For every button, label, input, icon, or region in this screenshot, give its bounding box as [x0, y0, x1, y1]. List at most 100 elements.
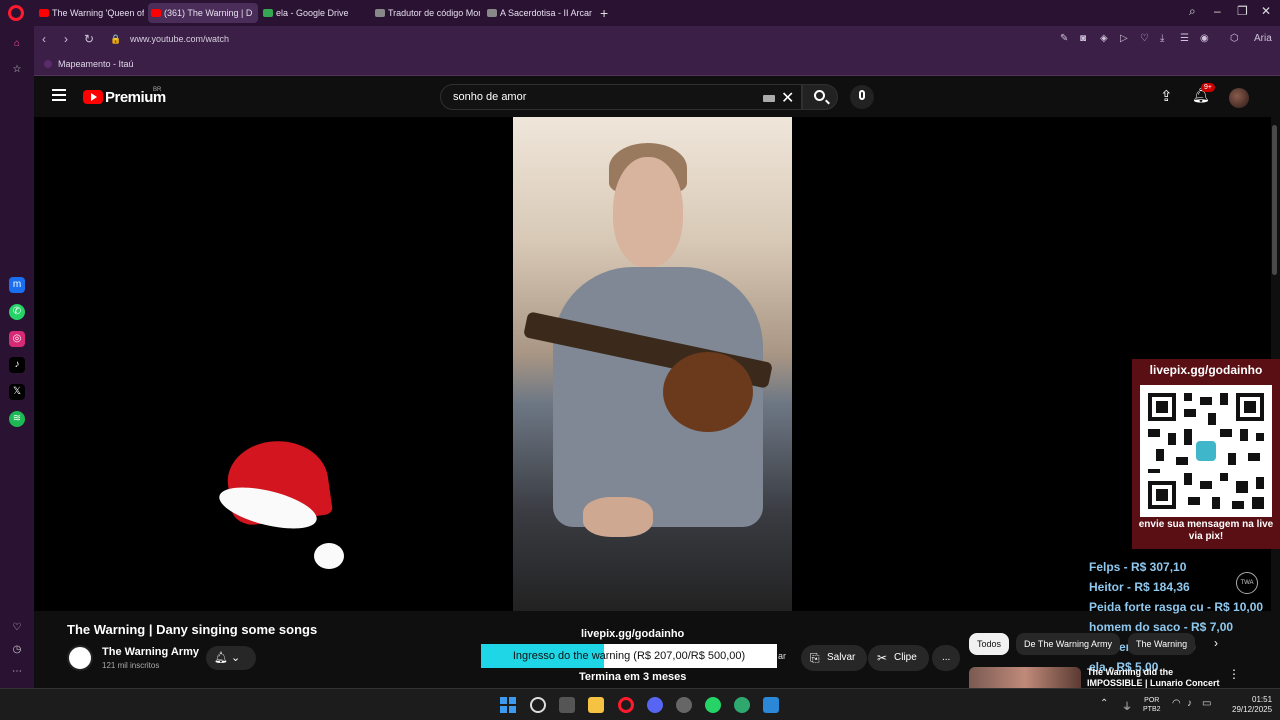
tab-3[interactable]: ela - Google Drive [260, 3, 368, 23]
new-tab-icon[interactable]: + [600, 6, 608, 20]
youtube-logo-icon[interactable] [83, 90, 103, 104]
language-indicator[interactable]: POR PTB2 [1143, 696, 1161, 714]
opera-logo-icon[interactable] [8, 5, 24, 21]
whatsapp-icon[interactable]: ✆ [9, 304, 25, 320]
channel-name[interactable]: The Warning Army [102, 646, 199, 658]
search-input[interactable]: sonho de amor [453, 91, 753, 103]
shield-icon[interactable]: ◈ [1100, 33, 1108, 44]
chip-all[interactable]: Todos [969, 633, 1010, 655]
restore-icon[interactable]: ❐ [1237, 4, 1248, 18]
play-icon[interactable]: ▷ [1120, 33, 1128, 44]
chip-from-channel[interactable]: De The Warning Army [1016, 633, 1121, 655]
address-bar: ‹ › ↻ 🔒 www.youtube.com/watch ✎ ◙ ◈ ▷ ♡ … [34, 26, 1280, 54]
volume-icon[interactable]: ♪ [1187, 698, 1192, 709]
forward-icon[interactable]: › [64, 32, 68, 46]
page-scrollbar[interactable] [1272, 125, 1277, 275]
hamburger-menu-icon[interactable] [52, 89, 66, 101]
history-icon[interactable]: ◷ [9, 642, 25, 658]
reload-icon[interactable]: ↻ [84, 32, 94, 46]
share-button-label-fragment[interactable]: ar [778, 651, 786, 661]
x-icon[interactable]: 𝕏 [9, 384, 25, 400]
opera-sidebar: ⌂ ☆ m ✆ ◎ ♪ 𝕏 ≋ ♡ ◷ ⋯ [0, 26, 34, 688]
lock-icon: 🔒 [110, 34, 122, 44]
menu-icon[interactable]: ☰ [1180, 33, 1189, 44]
close-icon[interactable]: ✕ [1261, 4, 1271, 18]
lang-line2: PTB2 [1143, 706, 1161, 713]
voice-search-button[interactable] [850, 85, 874, 109]
wifi-icon[interactable]: ◠ [1172, 698, 1181, 709]
save-button[interactable]: ⎘ Salvar [801, 645, 868, 671]
more-icon[interactable]: ⋯ [9, 664, 25, 680]
clip-button[interactable]: ✂ Clipe [868, 645, 929, 671]
microphone-icon [859, 90, 865, 100]
opera-taskbar-icon[interactable] [618, 697, 634, 713]
tab-1[interactable]: The Warning 'Queen of th [36, 3, 144, 23]
tab-4[interactable]: Tradutor de código Morse [372, 3, 480, 23]
minimize-icon[interactable]: – [1214, 4, 1221, 18]
battery-icon[interactable]: ▭ [1202, 698, 1211, 709]
donation-goal-text: Ingresso do the warning (R$ 207,00/R$ 50… [512, 650, 746, 662]
search-button[interactable] [802, 84, 838, 110]
page-icon [375, 9, 385, 17]
browser-tab-bar: The Warning 'Queen of th (361) The Warni… [0, 0, 1280, 26]
aria-label[interactable]: Aria [1254, 33, 1272, 44]
bookmark-item[interactable]: Mapeamento - Itaú [58, 59, 134, 69]
video-player[interactable]: livepix.gg/godainho envie sua mensagem n… [34, 117, 1280, 674]
file-explorer-icon[interactable] [588, 697, 604, 713]
discord-icon[interactable] [647, 697, 663, 713]
back-icon[interactable]: ‹ [42, 32, 46, 46]
lang-line1: POR [1144, 697, 1160, 704]
camera-icon[interactable]: ◙ [1080, 33, 1086, 44]
related-video-title[interactable]: The Warning did the IMPOSSIBLE | Lunario… [1087, 667, 1222, 689]
clock[interactable]: 01:51 29/12/2025 [1232, 695, 1272, 715]
video-figure-face [613, 157, 683, 267]
keyboard-icon[interactable] [763, 95, 775, 102]
tab-2-active[interactable]: (361) The Warning | D [148, 3, 258, 23]
search-tabs-icon[interactable]: ⌕ [1189, 4, 1196, 19]
create-upload-icon[interactable]: ⇪ [1160, 87, 1173, 105]
youtube-header: Premium BR sonho de amor ✕ ⇪ 🔔︎ 9+ [34, 77, 1280, 117]
video-title: The Warning | Dany singing some songs [67, 622, 318, 637]
messenger-icon[interactable]: m [9, 277, 25, 293]
chip-related[interactable]: The Warning [1128, 633, 1196, 655]
spotify-icon[interactable]: ≋ [9, 411, 25, 427]
windows-start-icon[interactable] [500, 697, 516, 713]
app-icon[interactable] [676, 697, 692, 713]
search-icon[interactable] [530, 697, 546, 713]
video-frame[interactable] [513, 117, 792, 611]
network-app-icon[interactable] [734, 697, 750, 713]
related-video-thumbnail[interactable] [969, 667, 1081, 688]
download-icon[interactable]: ⤓ [1160, 33, 1164, 44]
star-icon[interactable]: ☆ [9, 62, 25, 78]
screen: The Warning 'Queen of th (361) The Warni… [0, 0, 1280, 720]
save-label: Salvar [827, 652, 856, 663]
tiktok-icon[interactable]: ♪ [9, 357, 25, 373]
extensions-icon[interactable]: ⬡ [1230, 33, 1239, 44]
channel-watermark-icon[interactable]: TWA [1236, 572, 1258, 594]
home-icon[interactable]: ⌂ [9, 36, 25, 52]
account-avatar[interactable] [1229, 88, 1249, 108]
donation-item: Peida forte rasga cu - R$ 10,00 [1089, 600, 1264, 614]
profile-icon[interactable]: ◉ [1200, 33, 1209, 44]
url-field[interactable]: www.youtube.com/watch [130, 34, 229, 44]
heart-icon[interactable]: ♡ [1140, 33, 1149, 44]
livepix-url: livepix.gg/godainho [1149, 363, 1263, 377]
task-view-icon[interactable] [559, 697, 575, 713]
chevron-right-icon[interactable]: › [1214, 636, 1218, 650]
more-vert-icon[interactable]: ⋮ [1228, 667, 1240, 681]
instagram-icon[interactable]: ◎ [9, 331, 25, 347]
tray-chevron-icon[interactable]: ⌃ [1100, 698, 1108, 709]
heart-icon[interactable]: ♡ [9, 620, 25, 636]
clear-search-icon[interactable]: ✕ [781, 88, 794, 108]
channel-avatar[interactable] [67, 645, 93, 671]
outlook-icon[interactable] [763, 697, 779, 713]
clip-label: Clipe [894, 652, 917, 663]
whatsapp-taskbar-icon[interactable] [705, 697, 721, 713]
subscription-bell-button[interactable]: 🔔︎ ⌄ [206, 646, 256, 670]
windows-taskbar: ⌃ ⏚ POR PTB2 ◠ ♪ ▭ 01:51 29/12/2025 [0, 688, 1280, 720]
search-box[interactable]: sonho de amor ✕ [440, 84, 802, 110]
usb-icon[interactable]: ⏚ [1122, 698, 1132, 713]
edit-icon[interactable]: ✎ [1060, 33, 1068, 44]
more-actions-button[interactable]: ... [932, 645, 961, 671]
tab-5[interactable]: A Sacerdotisa - II Arcano I [484, 3, 592, 23]
